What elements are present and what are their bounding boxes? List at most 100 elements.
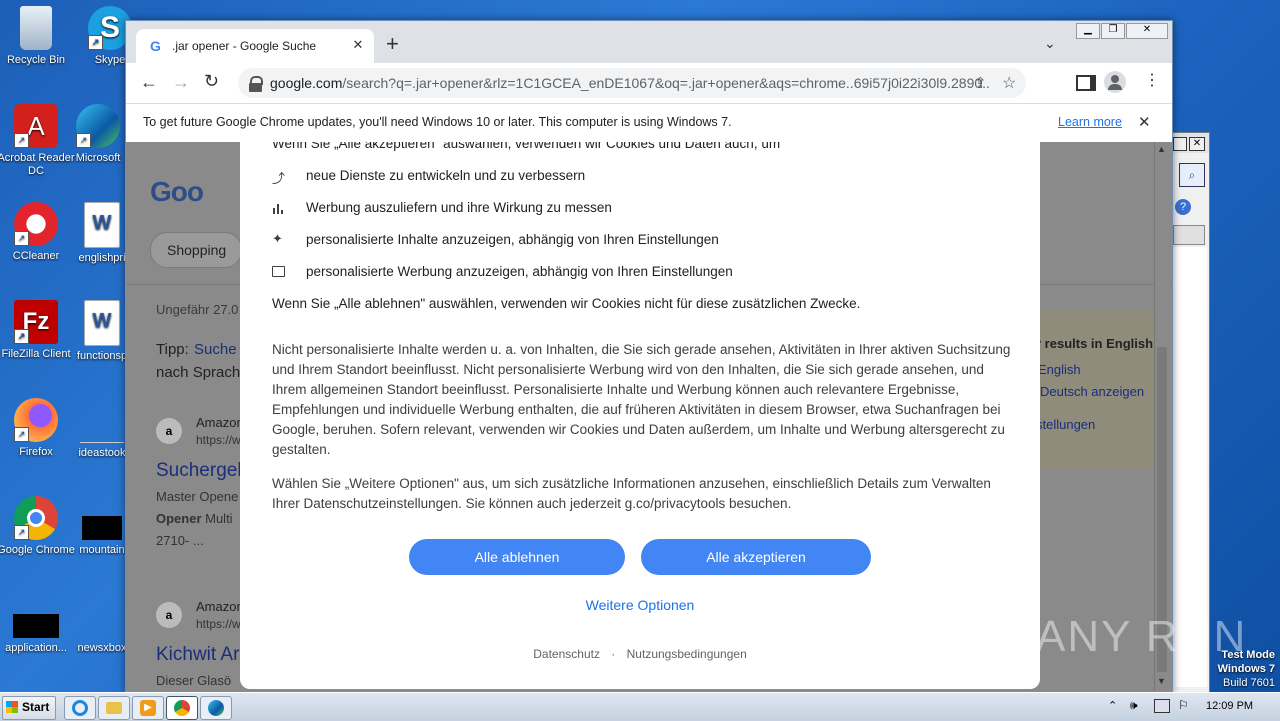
search-icon[interactable]: ⌕ (1179, 163, 1205, 187)
edge-icon: ↗ (76, 104, 120, 148)
address-bar[interactable]: google.com/search?q=.jar+opener&rlz=1C1G… (238, 68, 1026, 98)
taskbar-ie-button[interactable] (64, 696, 96, 720)
menu-kebab-icon[interactable]: ⋮ (1144, 72, 1160, 90)
google-logo: Goo (150, 176, 204, 207)
taskbar-chrome-button[interactable] (166, 696, 198, 720)
shopping-chip-label: Shopping (167, 242, 227, 258)
language-link-deutsch[interactable]: Deutsch anzeigen (1040, 384, 1144, 399)
taskbar-explorer-button[interactable] (98, 696, 130, 720)
windows-logo-icon (6, 701, 18, 713)
shortcut-arrow-icon: ↗ (14, 525, 29, 540)
privacy-link[interactable]: Datenschutz (533, 647, 600, 661)
restore-icon[interactable] (1173, 137, 1187, 151)
result1-snippet3: 2710- ... (156, 533, 204, 548)
url-text: google.com/search?q=.jar+opener&rlz=1C1G… (270, 75, 990, 91)
edge-taskbar-icon (208, 700, 224, 716)
help-icon[interactable]: ? (1175, 199, 1191, 215)
result2-title[interactable]: Kichwit Ar (156, 644, 239, 666)
acrobat-icon: A ↗ (14, 104, 58, 148)
volume-icon[interactable]: 🕪 (1130, 698, 1138, 713)
clock[interactable]: 12:09 PM (1206, 700, 1253, 712)
desktop-icon-label: Recycle Bin (6, 54, 66, 66)
word-document-icon: W (84, 202, 120, 248)
terms-link[interactable]: Nutzungsbedingungen (627, 647, 747, 661)
learn-more-link[interactable]: Learn more (1058, 115, 1122, 129)
taskbar-edge-button[interactable] (200, 696, 232, 720)
ie-icon (72, 700, 88, 716)
update-infobar: To get future Google Chrome updates, you… (126, 103, 1172, 143)
consent-intro: Wenn Sie „Alle akzeptieren" auswählen, v… (272, 142, 781, 151)
new-tab-button[interactable]: + (386, 33, 399, 55)
consent-footer: Datenschutz · Nutzungsbedingungen (240, 647, 1040, 661)
result2-site: Amazon (196, 599, 244, 614)
chrome-window: G .jar opener - Google Suche ✕ + ⌄ ▁ ❐ ✕… (125, 20, 1173, 692)
test-mode-watermark: Test Mode Windows 7 Build 7601 (1180, 648, 1275, 690)
close-window-button[interactable]: ✕ (1126, 23, 1168, 39)
url-host: google.com (270, 75, 343, 91)
shortcut-arrow-icon: ↗ (88, 35, 103, 50)
reject-all-button[interactable]: Alle ablehnen (409, 539, 625, 575)
accept-all-button[interactable]: Alle akzeptieren (641, 539, 871, 575)
black-file-icon (82, 516, 122, 540)
amazon-favicon-icon: a (156, 602, 182, 628)
profile-avatar-icon[interactable] (1104, 71, 1126, 93)
tab-active[interactable]: G .jar opener - Google Suche ✕ (136, 29, 374, 63)
reload-icon[interactable]: ↻ (204, 72, 219, 90)
tab-search-icon[interactable]: ⌄ (1044, 35, 1056, 52)
results-count: Ungefähr 27.0 (156, 302, 239, 317)
result2-snippet1: Dieser Glasö (156, 673, 232, 688)
lock-body (249, 83, 262, 92)
more-options-link[interactable]: Weitere Optionen (240, 597, 1040, 613)
background-window-field (1173, 225, 1205, 245)
bullet-text: Werbung auszuliefern und ihre Wirkung zu… (306, 200, 612, 215)
start-button[interactable]: Start (2, 696, 56, 720)
blank-file-icon (80, 594, 124, 638)
minimize-button[interactable]: ▁ (1076, 23, 1100, 39)
blank-file-icon (80, 398, 124, 443)
shortcut-arrow-icon: ↗ (14, 133, 29, 148)
tab-close-icon[interactable]: ✕ (350, 37, 366, 53)
trend-icon: ⤴ (272, 171, 286, 186)
result1-title[interactable]: Suchergel (156, 460, 242, 482)
recycle-bin-icon (20, 6, 52, 50)
tipp-link[interactable]: Suche (194, 341, 237, 358)
bookmark-star-icon[interactable]: ☆ (1002, 73, 1016, 93)
tray-expand-icon[interactable]: ⌃ (1108, 699, 1117, 712)
filezilla-icon: Fz ↗ (14, 300, 58, 344)
desktop-icon-recycle-bin[interactable]: Recycle Bin (0, 6, 76, 67)
consent-paragraph-1: Nicht personalisierte Inhalte werden u. … (272, 342, 1011, 457)
bullet-text: personalisierte Inhalte anzuzeigen, abhä… (306, 232, 719, 247)
start-label: Start (22, 700, 50, 714)
result1-snippet2-bold: Opener (156, 511, 202, 526)
language-link-english[interactable]: English (1038, 362, 1081, 377)
taskbar-media-button[interactable]: ▶ (132, 696, 164, 720)
background-window: ✕ ⌕ ? (1168, 132, 1210, 694)
ad-icon (272, 266, 285, 277)
forward-icon[interactable]: → (172, 73, 190, 91)
language-link-settings[interactable]: stellungen (1036, 417, 1095, 432)
share-icon[interactable]: ⇪ (974, 74, 987, 92)
maximize-button[interactable]: ❐ (1101, 23, 1125, 39)
ccleaner-icon: ↗ (14, 202, 58, 246)
black-file-icon (13, 614, 59, 638)
page-scrollbar[interactable]: ▲ ▼ (1154, 142, 1170, 691)
result1-url: https://w (196, 433, 241, 447)
scroll-down-icon[interactable]: ▼ (1157, 676, 1166, 686)
shopping-chip[interactable]: Shopping (150, 232, 242, 268)
action-center-flag-icon[interactable]: ⚐ (1178, 698, 1189, 712)
shortcut-arrow-icon: ↗ (14, 329, 29, 344)
google-favicon-icon: G (150, 38, 161, 54)
result1-snippet1: Master Opene (156, 489, 239, 504)
build-line: Build 7601 (1223, 677, 1275, 689)
back-icon[interactable]: ← (140, 73, 158, 91)
shortcut-arrow-icon: ↗ (76, 133, 91, 148)
tipp-rest: nach Sprach (156, 364, 241, 381)
network-icon[interactable] (1154, 699, 1170, 713)
close-icon[interactable]: ✕ (1189, 137, 1205, 151)
result1-snippet2-text: Multi (201, 511, 233, 526)
scroll-up-icon[interactable]: ▲ (1157, 144, 1166, 154)
chrome-icon: ↗ (14, 496, 58, 540)
chrome-taskbar-icon (174, 700, 190, 716)
side-panel-icon[interactable] (1076, 75, 1096, 91)
infobar-close-icon[interactable]: ✕ (1138, 113, 1151, 131)
